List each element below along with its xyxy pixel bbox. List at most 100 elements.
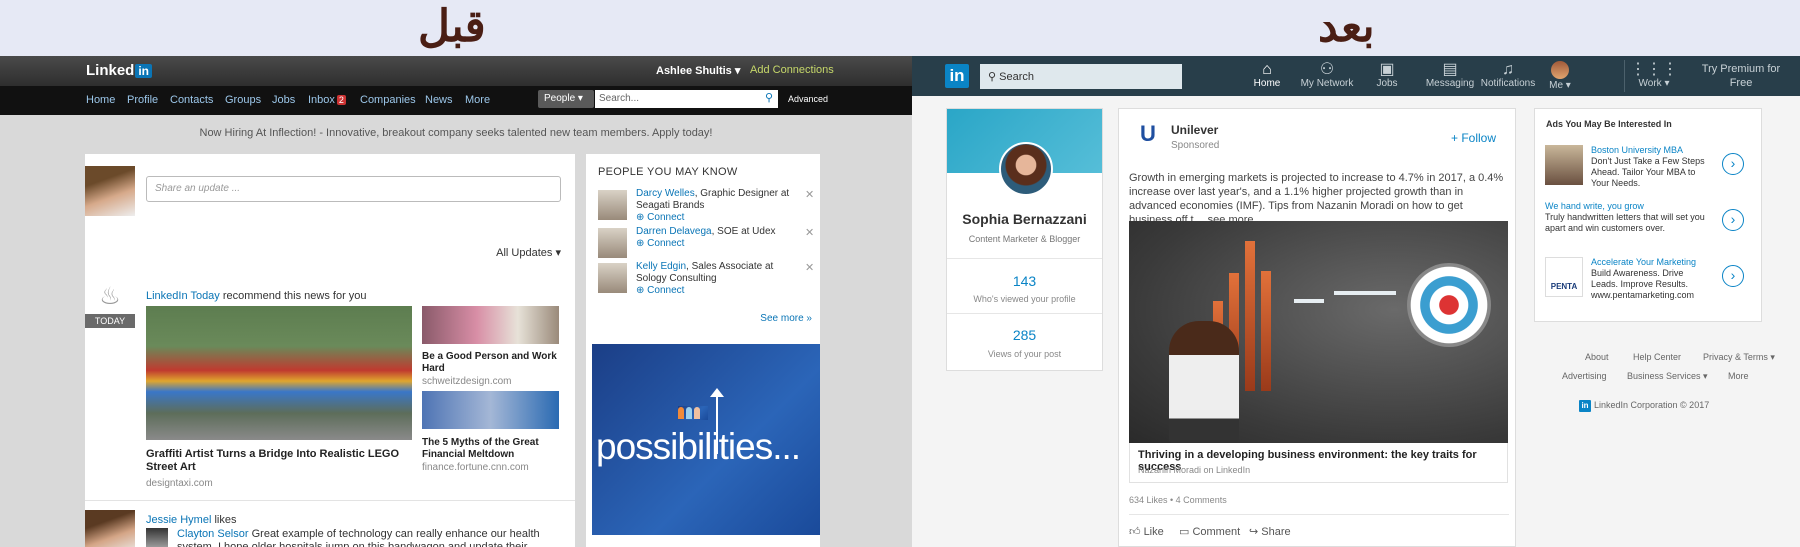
search-input[interactable]: Search... ⚲ (595, 90, 778, 108)
profile-views-label[interactable]: Who's viewed your profile (947, 294, 1102, 304)
post-brand[interactable]: Unilever (1171, 123, 1218, 137)
avatar[interactable] (85, 510, 135, 547)
post-image[interactable] (1129, 221, 1508, 443)
footer-more[interactable]: More (1728, 371, 1749, 381)
linkedin-logo-icon[interactable]: in (945, 64, 969, 88)
avatar[interactable] (146, 528, 168, 547)
user-menu[interactable]: Ashlee Shultis ▾ (656, 64, 740, 77)
hiring-banner[interactable]: Now Hiring At Inflection! - Innovative, … (0, 127, 912, 139)
article-title[interactable]: Graffiti Artist Turns a Bridge Into Real… (146, 448, 412, 474)
chevron-right-icon[interactable]: › (1722, 209, 1744, 231)
close-icon[interactable]: ✕ (805, 261, 814, 274)
person-link[interactable]: Darren Delavega (636, 226, 712, 237)
right-rail: PEOPLE YOU MAY KNOW Darcy Welles, Graphi… (586, 154, 820, 547)
post-views-count[interactable]: 285 (947, 327, 1102, 343)
post-stats[interactable]: 634 Likes • 4 Comments (1129, 495, 1227, 505)
share-update-input[interactable]: Share an update ... (146, 176, 561, 202)
ad-image[interactable] (1545, 145, 1583, 185)
share-button[interactable]: ↪ Share (1249, 525, 1291, 538)
linkedin-logo[interactable]: Linked in (86, 62, 153, 79)
nav-home[interactable]: ⌂ Home (1237, 61, 1297, 89)
search-scope-select[interactable]: People ▾ (538, 90, 594, 108)
try-premium-link[interactable]: Try Premium for Free (1691, 62, 1791, 90)
unilever-logo-icon[interactable]: U (1135, 121, 1161, 151)
caption-source: Nazanin Moradi on LinkedIn (1138, 465, 1251, 475)
comment-icon: ▭ (1179, 526, 1193, 538)
nav-news[interactable]: News (425, 94, 453, 106)
messaging-icon: ▤ (1442, 61, 1458, 78)
chevron-right-icon[interactable]: › (1722, 153, 1744, 175)
advanced-search-link[interactable]: Advanced (788, 94, 828, 104)
heading-after: بعد (1318, 1, 1375, 52)
person-link[interactable]: Darcy Welles (636, 188, 695, 199)
ad-title[interactable]: Accelerate Your Marketing (1591, 257, 1711, 268)
avatar[interactable] (85, 166, 135, 216)
post-text[interactable]: Growth in emerging markets is projected … (1129, 171, 1509, 227)
network-icon: ⚇ (1319, 61, 1335, 78)
divider (85, 500, 575, 501)
article-thumbnail[interactable] (422, 391, 559, 429)
footer-advertising[interactable]: Advertising (1562, 371, 1607, 381)
profile-views-count[interactable]: 143 (947, 273, 1102, 289)
connect-link[interactable]: ⊕ Connect (636, 212, 684, 223)
connect-link[interactable]: ⊕ Connect (636, 238, 684, 249)
updates-filter[interactable]: All Updates ▾ (496, 246, 561, 259)
linkedin-today-link[interactable]: LinkedIn Today (146, 290, 220, 302)
avatar[interactable] (598, 263, 627, 293)
nav-more[interactable]: More (465, 94, 490, 106)
nav-contacts[interactable]: Contacts (170, 94, 213, 106)
linkedin-logo-icon: in (1579, 400, 1591, 412)
search-input[interactable]: ⚲ Search (980, 64, 1182, 89)
nav-home[interactable]: Home (86, 94, 115, 106)
chevron-right-icon[interactable]: › (1722, 265, 1744, 287)
person-link[interactable]: Kelly Edgin (636, 261, 686, 272)
nav-work[interactable]: ⋮⋮⋮ Work ▾ (1624, 61, 1684, 89)
ad-title[interactable]: We hand write, you grow (1545, 201, 1715, 212)
dash-drawing (1334, 291, 1396, 295)
see-more-link[interactable]: See more » (760, 313, 812, 324)
like-button[interactable]: 👍︎ Like (1129, 525, 1164, 538)
nav-profile[interactable]: Profile (127, 94, 158, 106)
footer-about[interactable]: About (1585, 352, 1609, 362)
nav-jobs[interactable]: ▣ Jobs (1357, 61, 1417, 89)
possibilities-ad[interactable]: possibilities... (592, 344, 820, 535)
nav-messaging[interactable]: ▤ Messaging (1420, 61, 1480, 89)
nav-notifications[interactable]: ♫ Notifications (1478, 61, 1538, 89)
nav-companies[interactable]: Companies (360, 94, 416, 106)
ad-title[interactable]: Boston University MBA (1591, 145, 1711, 156)
article-thumbnail[interactable] (422, 306, 559, 344)
footer-help-center[interactable]: Help Center (1633, 352, 1681, 362)
activity-user-link[interactable]: Jessie Hymel (146, 514, 211, 526)
nav-jobs[interactable]: Jobs (272, 94, 295, 106)
article-title[interactable]: Be a Good Person and Work Hard (422, 351, 562, 375)
nav-me[interactable]: Me ▾ (1530, 61, 1590, 91)
search-icon[interactable]: ⚲ (765, 91, 773, 104)
nav-my-network[interactable]: ⚇ My Network (1297, 61, 1357, 89)
post-link-caption[interactable]: Thriving in a developing business enviro… (1129, 443, 1508, 483)
grid-icon: ⋮⋮⋮ (1630, 61, 1678, 78)
follow-button[interactable]: + Follow (1451, 131, 1496, 145)
avatar[interactable] (598, 228, 627, 258)
avatar[interactable] (598, 190, 627, 220)
ads-title: Ads You May Be Interested In (1546, 119, 1672, 129)
comment-button[interactable]: ▭ Comment (1179, 525, 1240, 538)
close-icon[interactable]: ✕ (805, 188, 814, 201)
penta-logo[interactable]: PENTA (1545, 257, 1583, 297)
activity-actor-link[interactable]: Clayton Selsor (177, 528, 249, 540)
add-connections-link[interactable]: Add Connections (750, 64, 834, 76)
lego-bridge-image[interactable] (146, 306, 412, 440)
nav-groups[interactable]: Groups (225, 94, 261, 106)
avatar[interactable] (999, 142, 1053, 196)
profile-name[interactable]: Sophia Bernazzani (947, 211, 1102, 227)
flame-icon: ♨ (99, 283, 121, 310)
thumbs-up-icon: 👍︎ (1129, 526, 1144, 538)
target-icon (1407, 263, 1491, 347)
article-title[interactable]: The 5 Myths of the Great Financial Meltd… (422, 437, 562, 461)
nav-inbox[interactable]: Inbox 2 (308, 94, 346, 106)
bell-icon: ♫ (1502, 61, 1514, 78)
connect-link[interactable]: ⊕ Connect (636, 285, 684, 296)
footer-business-services[interactable]: Business Services ▾ (1627, 371, 1708, 382)
close-icon[interactable]: ✕ (805, 226, 814, 239)
footer-privacy-terms[interactable]: Privacy & Terms ▾ (1703, 352, 1775, 363)
post-views-label[interactable]: Views of your post (947, 349, 1102, 359)
